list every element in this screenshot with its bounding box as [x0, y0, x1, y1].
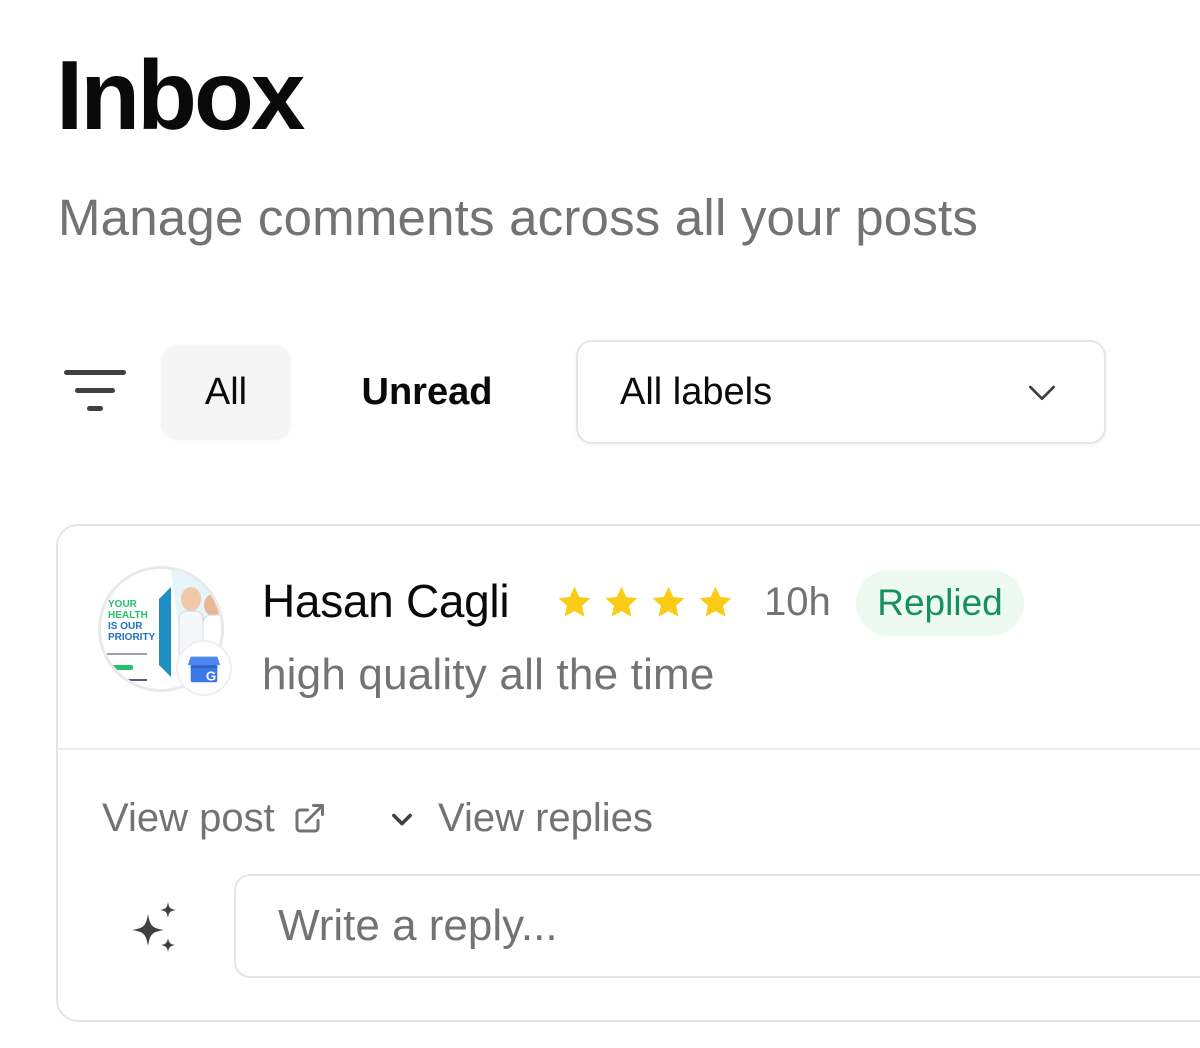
star-icon	[558, 586, 591, 617]
labels-select-value: All labels	[620, 370, 773, 413]
ai-sparkle-icon[interactable]	[126, 900, 182, 956]
comment-time: 10h	[764, 580, 831, 624]
google-business-icon: G	[176, 640, 232, 696]
filter-icon[interactable]	[64, 368, 128, 416]
star-rating	[556, 584, 734, 621]
comment-card: YOUR HEALTH IS OUR PRIORITY G Hasan Cagl…	[56, 524, 1200, 1022]
chevron-down-icon	[392, 813, 412, 825]
view-replies-toggle[interactable]: View replies	[388, 796, 653, 841]
avatar-text-line: IS OUR	[108, 621, 143, 632]
labels-select[interactable]: All labels	[576, 340, 1106, 444]
star-icon	[699, 586, 732, 617]
tab-all[interactable]: All	[162, 346, 290, 438]
chevron-down-icon	[1029, 385, 1055, 400]
reply-input[interactable]	[234, 874, 1200, 978]
inbox-page: Inbox Manage comments across all your po…	[0, 0, 1200, 1048]
divider	[58, 748, 1200, 750]
page-subtitle: Manage comments across all your posts	[58, 189, 979, 246]
view-post-link[interactable]: View post	[102, 796, 327, 841]
comment-author: Hasan Cagli	[262, 575, 510, 627]
star-icon	[652, 586, 685, 617]
avatar-text-line: HEALTH	[108, 610, 148, 621]
svg-text:G: G	[206, 668, 216, 683]
view-post-label: View post	[102, 796, 275, 840]
avatar-text-line: YOUR	[108, 599, 137, 610]
tab-unread[interactable]: Unread	[336, 346, 518, 438]
external-link-icon	[295, 803, 324, 832]
status-badge: Replied	[856, 570, 1024, 636]
view-replies-label: View replies	[438, 796, 653, 840]
page-title: Inbox	[56, 40, 305, 150]
comment-text: high quality all the time	[262, 650, 715, 699]
star-icon	[605, 586, 638, 617]
avatar-text-line: PRIORITY	[108, 632, 156, 643]
